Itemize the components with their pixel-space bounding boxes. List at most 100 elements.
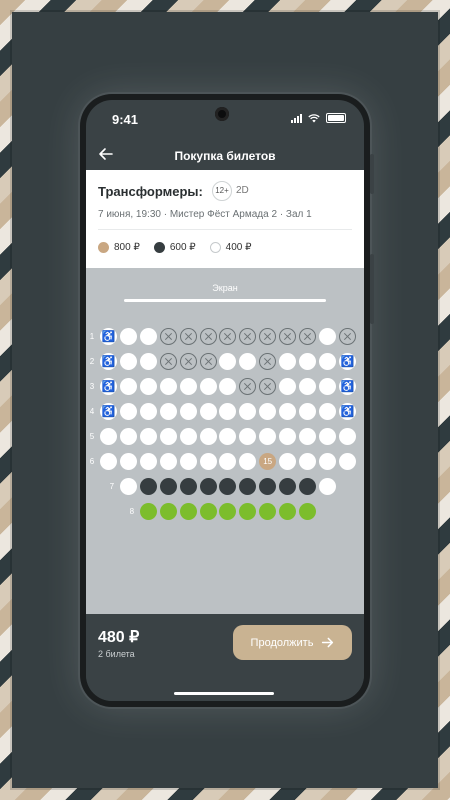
seat-vip[interactable] — [179, 503, 197, 520]
seat-row: 7 — [86, 478, 364, 496]
seat[interactable] — [318, 453, 336, 470]
seat[interactable] — [119, 478, 137, 495]
seat[interactable] — [159, 403, 177, 420]
seat-600[interactable] — [299, 478, 316, 495]
seat-vip[interactable] — [219, 503, 237, 520]
seat[interactable] — [100, 453, 117, 470]
wheelchair-seat[interactable]: ♿ — [100, 403, 117, 420]
seat-vip[interactable] — [139, 503, 157, 520]
status-bar: 9:41 — [86, 100, 364, 140]
seat[interactable] — [139, 428, 157, 445]
seat[interactable] — [318, 353, 336, 370]
seat[interactable] — [219, 378, 237, 395]
seat[interactable] — [219, 403, 237, 420]
seat-vip[interactable] — [299, 503, 316, 520]
seat[interactable] — [119, 378, 137, 395]
wheelchair-icon: ♿ — [101, 406, 116, 418]
seat-occupied — [179, 353, 197, 370]
seat[interactable] — [179, 403, 197, 420]
seat-vip[interactable] — [279, 503, 297, 520]
seat[interactable] — [179, 378, 197, 395]
seat[interactable] — [119, 453, 137, 470]
seat[interactable] — [299, 403, 316, 420]
wheelchair-seat[interactable]: ♿ — [100, 328, 117, 345]
seat-600[interactable] — [159, 478, 177, 495]
seat[interactable] — [239, 403, 257, 420]
wheelchair-seat[interactable]: ♿ — [338, 403, 356, 420]
seat[interactable] — [318, 328, 336, 345]
seat[interactable] — [139, 453, 157, 470]
seat[interactable] — [239, 453, 257, 470]
row-number: 4 — [89, 407, 95, 416]
seat[interactable] — [299, 428, 316, 445]
wheelchair-icon: ♿ — [101, 331, 116, 343]
seat-600[interactable] — [139, 478, 157, 495]
seat[interactable] — [179, 428, 197, 445]
seat-vip[interactable] — [259, 503, 277, 520]
seat[interactable] — [119, 328, 137, 345]
home-indicator[interactable] — [174, 692, 274, 695]
seat[interactable] — [219, 428, 237, 445]
seat[interactable] — [259, 428, 277, 445]
seat[interactable] — [159, 378, 177, 395]
seat[interactable] — [199, 378, 217, 395]
seat[interactable] — [259, 403, 277, 420]
seat[interactable] — [279, 403, 297, 420]
movie-title: Трансформеры: — [98, 184, 203, 199]
seat[interactable] — [318, 403, 336, 420]
seat[interactable] — [159, 453, 177, 470]
seat[interactable] — [119, 428, 137, 445]
seat-600[interactable] — [239, 478, 257, 495]
seat[interactable] — [318, 378, 336, 395]
seat-600[interactable] — [199, 478, 217, 495]
seat[interactable] — [139, 353, 157, 370]
seat[interactable] — [219, 353, 237, 370]
continue-button[interactable]: Продолжить — [233, 625, 352, 660]
seat[interactable] — [100, 428, 117, 445]
seat-occupied — [279, 328, 297, 345]
seat[interactable] — [199, 428, 217, 445]
seat[interactable] — [318, 428, 336, 445]
seat[interactable] — [279, 428, 297, 445]
seat[interactable] — [199, 403, 217, 420]
seat[interactable] — [279, 353, 297, 370]
wheelchair-icon: ♿ — [340, 406, 355, 418]
seat[interactable] — [219, 453, 237, 470]
seat[interactable] — [338, 428, 356, 445]
arrow-right-icon — [322, 637, 334, 648]
seat[interactable] — [239, 353, 257, 370]
seat[interactable] — [119, 353, 137, 370]
wheelchair-seat[interactable]: ♿ — [100, 353, 117, 370]
seat[interactable] — [159, 428, 177, 445]
seat[interactable] — [239, 428, 257, 445]
price-dot-icon — [153, 242, 165, 253]
total-price: 480 ₽ — [98, 629, 140, 646]
seat[interactable] — [139, 328, 157, 345]
seat-600[interactable] — [179, 478, 197, 495]
seat-vip[interactable] — [199, 503, 217, 520]
seat-row: 4 ♿ ♿ — [86, 403, 364, 421]
seat[interactable] — [279, 378, 297, 395]
seat[interactable] — [279, 453, 297, 470]
seat[interactable] — [139, 403, 157, 420]
price-dot-icon — [209, 242, 221, 253]
seat-occupied — [259, 328, 277, 345]
seat-600[interactable] — [259, 478, 277, 495]
seat-vip[interactable] — [159, 503, 177, 520]
seat[interactable] — [338, 453, 356, 470]
seat-vip[interactable] — [239, 503, 257, 520]
seat[interactable] — [199, 453, 217, 470]
seat[interactable] — [119, 403, 137, 420]
seat[interactable] — [179, 453, 197, 470]
seat-selected[interactable]: 15 — [259, 453, 277, 470]
seat-600[interactable] — [219, 478, 237, 495]
wheelchair-seat[interactable]: ♿ — [100, 378, 117, 395]
wheelchair-seat[interactable]: ♿ — [338, 353, 356, 370]
seat[interactable] — [299, 453, 316, 470]
seat-600[interactable] — [279, 478, 297, 495]
seat[interactable] — [318, 478, 336, 495]
wheelchair-seat[interactable]: ♿ — [338, 378, 356, 395]
seat[interactable] — [299, 353, 316, 370]
seat[interactable] — [139, 378, 157, 395]
seat[interactable] — [299, 378, 316, 395]
